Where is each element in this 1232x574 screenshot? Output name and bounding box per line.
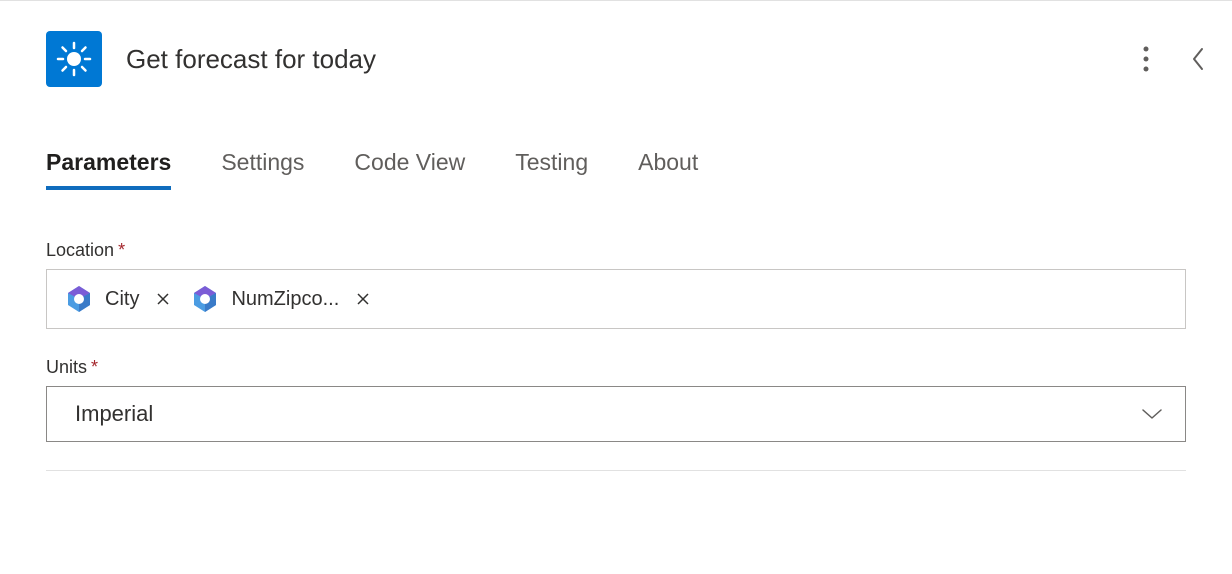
action-title: Get forecast for today — [126, 44, 1136, 75]
chevron-left-icon — [1190, 45, 1206, 73]
location-label: Location* — [46, 240, 1186, 261]
section-divider — [46, 470, 1186, 471]
dynamic-content-icon — [189, 283, 221, 315]
tab-parameters[interactable]: Parameters — [46, 149, 171, 190]
token-city[interactable]: City — [59, 279, 181, 319]
location-input[interactable]: City — [46, 269, 1186, 329]
more-options-button[interactable] — [1136, 39, 1156, 79]
parameters-form: Location* City — [0, 240, 1232, 442]
location-label-text: Location — [46, 240, 114, 260]
units-selected-value: Imperial — [75, 401, 153, 427]
units-label: Units* — [46, 357, 1186, 378]
action-panel: Get forecast for today — [0, 0, 1232, 471]
tab-code-view[interactable]: Code View — [354, 149, 465, 190]
close-icon — [357, 293, 369, 305]
field-units: Units* Imperial — [46, 357, 1186, 442]
token-label: City — [105, 288, 139, 311]
chevron-down-icon — [1141, 407, 1163, 421]
sun-icon — [56, 41, 92, 77]
field-location: Location* City — [46, 240, 1186, 329]
token-remove-button[interactable] — [151, 291, 175, 307]
tab-about[interactable]: About — [638, 149, 698, 190]
more-vertical-icon — [1142, 45, 1150, 73]
collapse-button[interactable] — [1184, 39, 1212, 79]
units-label-text: Units — [46, 357, 87, 377]
dynamic-content-icon — [63, 283, 95, 315]
token-numzipcode[interactable]: NumZipco... — [185, 279, 381, 319]
close-icon — [157, 293, 169, 305]
tab-testing[interactable]: Testing — [515, 149, 588, 190]
token-label: NumZipco... — [231, 288, 339, 311]
required-indicator: * — [91, 357, 98, 377]
tab-settings[interactable]: Settings — [221, 149, 304, 190]
required-indicator: * — [118, 240, 125, 260]
header-actions — [1136, 39, 1212, 79]
action-header: Get forecast for today — [0, 31, 1232, 87]
token-remove-button[interactable] — [351, 291, 375, 307]
tab-list: Parameters Settings Code View Testing Ab… — [0, 149, 1232, 190]
action-icon-container — [46, 31, 102, 87]
units-select[interactable]: Imperial — [46, 386, 1186, 442]
